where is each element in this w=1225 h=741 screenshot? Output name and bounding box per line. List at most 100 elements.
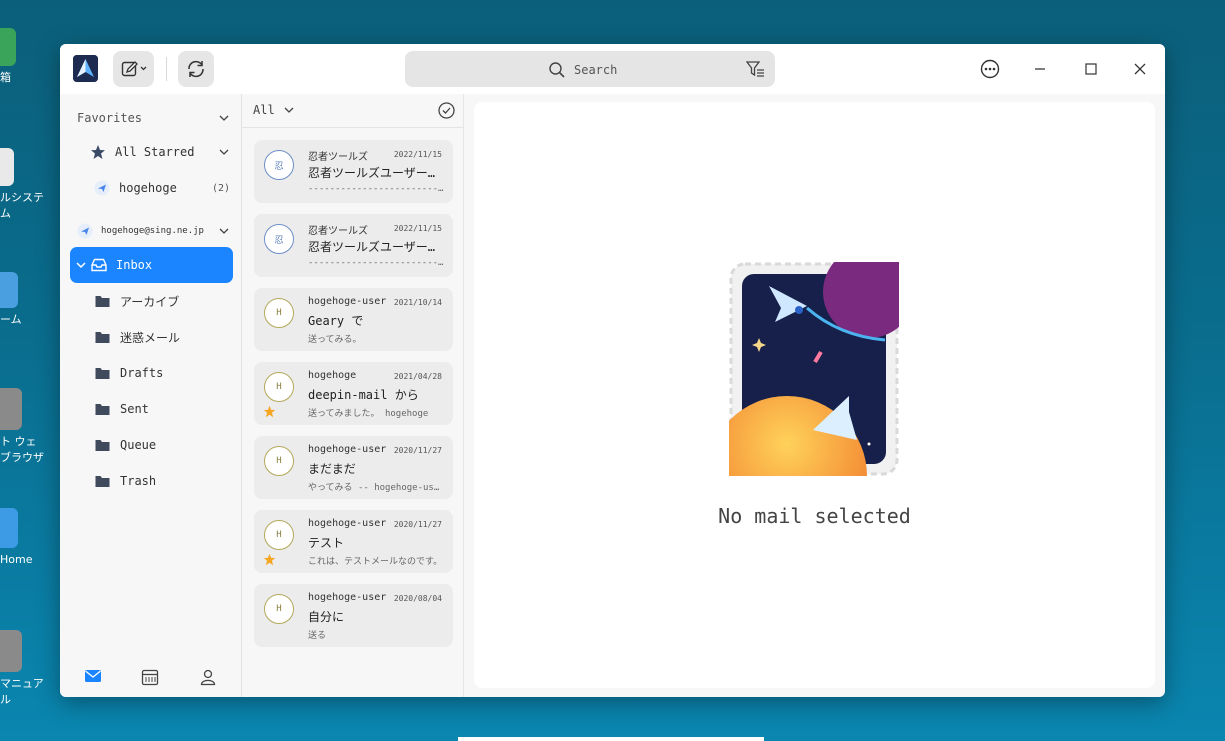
mail-list-item[interactable]: H hogehoge-user 2020/11/27 まだまだ やってみる --… bbox=[254, 436, 453, 499]
minimize-button[interactable] bbox=[1027, 56, 1053, 82]
sidebar-item-hogehoge[interactable]: hogehoge (2) bbox=[60, 170, 242, 206]
sidebar-item-archive[interactable]: アーカイブ bbox=[60, 283, 242, 319]
contacts-tab-button[interactable] bbox=[199, 668, 217, 690]
mail-sender: hogehoge-user bbox=[308, 296, 387, 307]
sidebar-item-junk[interactable]: 迷惑メール bbox=[60, 319, 242, 355]
mail-list-item[interactable]: H hogehoge-user 2020/11/27 テスト これは、テストメー… bbox=[254, 510, 453, 573]
more-button[interactable] bbox=[977, 56, 1003, 82]
mail-date: 2021/04/28 bbox=[393, 372, 442, 381]
mail-list-item[interactable]: 忍 忍者ツールズ 2022/11/15 忍者ツールズユーザーの皆様へ -----… bbox=[254, 140, 453, 203]
sync-button[interactable] bbox=[178, 51, 214, 87]
folder-icon bbox=[95, 295, 110, 307]
chevron-down-icon bbox=[76, 262, 86, 269]
chevron-down-icon bbox=[219, 115, 229, 121]
desktop-icon-trash[interactable]: 箱 bbox=[0, 28, 50, 86]
sidebar-bottom-bar bbox=[60, 664, 242, 692]
sidebar-item-inbox[interactable]: Inbox bbox=[70, 247, 233, 283]
select-all-button[interactable] bbox=[438, 102, 455, 123]
sidebar-item-sent[interactable]: Sent bbox=[60, 391, 242, 427]
inbox-icon bbox=[91, 258, 107, 272]
mail-subject: deepin-mail から bbox=[308, 388, 419, 402]
folder-label: Drafts bbox=[120, 366, 164, 380]
app-logo-icon bbox=[73, 55, 98, 82]
favorites-header[interactable]: Favorites bbox=[60, 100, 242, 136]
mail-date: 2022/11/15 bbox=[393, 150, 442, 159]
sender-avatar: 忍 bbox=[264, 150, 294, 180]
folder-label: Trash bbox=[120, 474, 157, 488]
sender-avatar: H bbox=[264, 520, 294, 550]
folder-label: Queue bbox=[120, 438, 157, 452]
desktop-icon-label: ト ウェ ブラウザ bbox=[0, 435, 44, 464]
folder-label: 迷惑メール bbox=[120, 330, 181, 345]
more-icon bbox=[980, 59, 1000, 79]
desktop-icon-label: ーム bbox=[0, 313, 22, 326]
favorites-label: Favorites bbox=[77, 111, 143, 125]
folder-icon bbox=[95, 475, 110, 487]
star-icon[interactable] bbox=[263, 405, 276, 418]
compose-button[interactable] bbox=[113, 51, 154, 87]
close-icon bbox=[1134, 63, 1146, 75]
compose-icon bbox=[121, 61, 146, 77]
close-button[interactable] bbox=[1127, 56, 1153, 82]
minimize-icon bbox=[1035, 68, 1045, 70]
mail-list-item[interactable]: 忍 忍者ツールズ 2022/11/15 忍者ツールズユーザーの皆様へ -----… bbox=[254, 214, 453, 277]
hogehoge-label: hogehoge bbox=[119, 181, 177, 195]
account-label: hogehoge@sing.ne.jp bbox=[101, 226, 204, 236]
mail-sender: hogehoge-user bbox=[308, 518, 387, 529]
filter-button[interactable] bbox=[745, 60, 765, 82]
desktop-icon-browser[interactable]: ト ウェ ブラウザ bbox=[0, 388, 50, 466]
mail-list-item[interactable]: H hogehoge-user 2020/08/04 自分に 送る bbox=[254, 584, 453, 647]
mail-preview: ------------------------------------ bbox=[308, 258, 444, 268]
account-header[interactable]: hogehoge@sing.ne.jp bbox=[60, 213, 242, 249]
desktop-icon-label: マニュア ル bbox=[0, 677, 44, 706]
account-send-icon bbox=[77, 223, 93, 239]
mail-sender: hogehoge bbox=[308, 370, 357, 381]
mail-filter-dropdown[interactable]: All bbox=[253, 103, 295, 117]
filter-icon bbox=[745, 61, 764, 77]
calendar-tab-button[interactable] bbox=[141, 668, 159, 690]
desktop-icon-user-home[interactable]: Home bbox=[0, 508, 50, 568]
search-input[interactable]: Search bbox=[405, 51, 775, 87]
mail-date: 2020/11/27 bbox=[393, 446, 442, 455]
titlebar: Search bbox=[60, 44, 1165, 94]
empty-state-message: No mail selected bbox=[718, 504, 911, 528]
chevron-down-icon bbox=[219, 149, 229, 155]
user-home-icon bbox=[0, 508, 18, 548]
mail-list-item[interactable]: H hogehoge-user 2021/10/14 Geary で 送ってみる… bbox=[254, 288, 453, 351]
sender-avatar: H bbox=[264, 594, 294, 624]
mail-list-header: All bbox=[242, 94, 464, 128]
mail-preview: これは、テストメールなのです。 bbox=[308, 557, 443, 567]
home-folder-icon bbox=[0, 272, 18, 308]
mail-icon bbox=[85, 670, 101, 682]
maximize-icon bbox=[1085, 63, 1097, 75]
mail-sender: hogehoge-user bbox=[308, 592, 387, 603]
sender-avatar: H bbox=[264, 372, 294, 402]
search-icon bbox=[549, 62, 565, 78]
mail-list-item[interactable]: H hogehoge 2021/04/28 deepin-mail から 送って… bbox=[254, 362, 453, 425]
desktop-icon-filesystem[interactable]: ルシステ ム bbox=[0, 148, 50, 222]
search-placeholder: Search bbox=[574, 63, 618, 77]
mail-preview: ------------------------------------ bbox=[308, 184, 444, 194]
drive-icon bbox=[0, 148, 14, 186]
toolbar-separator bbox=[166, 57, 167, 81]
chevron-down-icon bbox=[284, 107, 294, 113]
folder-icon bbox=[95, 403, 110, 415]
desktop-icon-home[interactable]: ーム bbox=[0, 272, 50, 328]
maximize-button[interactable] bbox=[1078, 56, 1104, 82]
mail-subject: まだまだ bbox=[308, 462, 356, 476]
mail-tab-button[interactable] bbox=[84, 668, 102, 688]
sidebar-item-queue[interactable]: Queue bbox=[60, 427, 242, 463]
sidebar-item-drafts[interactable]: Drafts bbox=[60, 355, 242, 391]
chevron-down-icon bbox=[219, 228, 229, 234]
desktop-icon-manual[interactable]: マニュア ル bbox=[0, 630, 50, 708]
sidebar-item-trash[interactable]: Trash bbox=[60, 463, 242, 499]
folder-label: アーカイブ bbox=[120, 294, 180, 309]
desktop-dock-edge bbox=[458, 737, 764, 741]
star-icon[interactable] bbox=[263, 553, 276, 566]
sidebar: Favorites All Starred hogehoge (2) hogeh… bbox=[60, 94, 242, 697]
empty-mail-stamp-illustration bbox=[729, 262, 899, 476]
unread-count: (2) bbox=[211, 182, 230, 194]
mail-subject: 忍者ツールズユーザーの皆様へ bbox=[308, 240, 444, 254]
mail-subject: Geary で bbox=[308, 314, 364, 328]
sidebar-item-all-starred[interactable]: All Starred bbox=[60, 134, 242, 170]
